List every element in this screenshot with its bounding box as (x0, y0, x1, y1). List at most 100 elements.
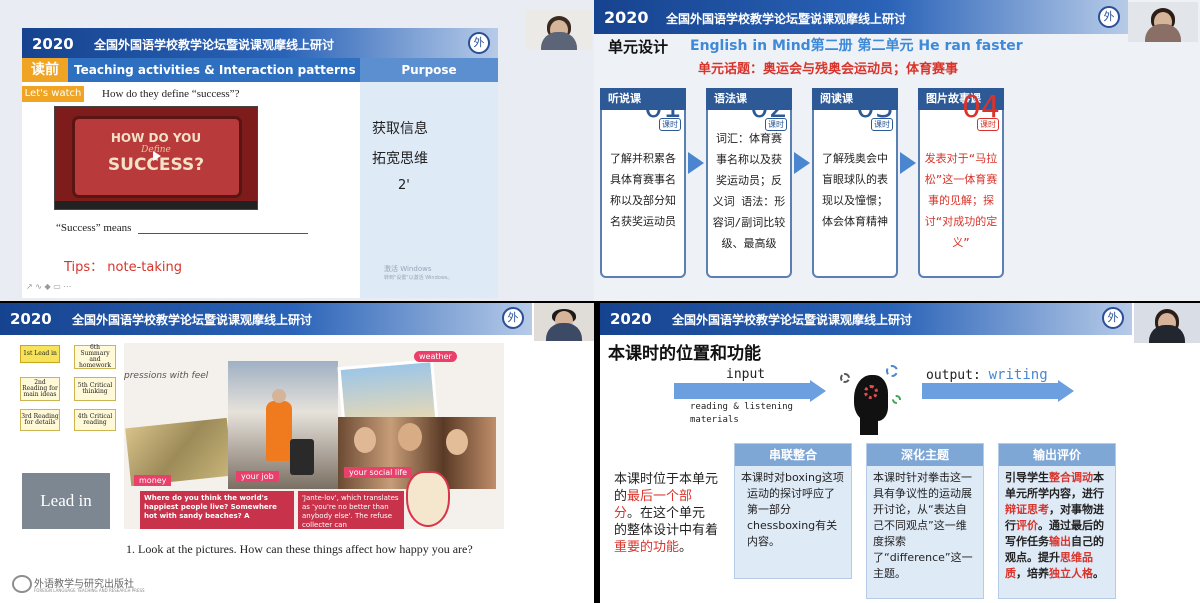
expressions-label: pressions with feel (124, 371, 209, 381)
lead-in-label: Lead in (22, 473, 110, 529)
unit-card-ks: 课时 (871, 118, 893, 131)
output-arrow-icon (1058, 380, 1074, 402)
mask-icon (406, 471, 450, 527)
unit-card-ks: 课时 (977, 118, 999, 131)
banner-title: 全国外国语学校教学论坛暨说课观摩线上研讨 (72, 313, 313, 327)
function-card-integrate: 串联整合 本课时对boxing这项运动的探讨呼应了第一部分chessboxing… (734, 443, 852, 579)
flow-step-4: 4th Critical reading (74, 409, 116, 431)
participant-video-3 (534, 303, 594, 341)
eval-part: 。 (1093, 567, 1104, 580)
unit-card-4: 图片故事课 04 课时 发表对于“马拉松”这一体育赛事的见解；探讨“对成功的定义… (918, 88, 1004, 278)
purpose-header: Purpose (360, 58, 498, 82)
school-seal-icon: 外 (502, 307, 524, 329)
slide-top-left: 2020 全国外国语学校教学论坛暨说课观摩线上研讨 外 读前 Teaching … (0, 0, 594, 301)
read-tag: 读前 (22, 58, 68, 82)
function-card-header: 输出评价 (999, 444, 1115, 466)
brain-gears-icon (840, 365, 902, 435)
unit-topic: 单元话题：奥运会与残奥会运动员；体育赛事 (698, 62, 959, 77)
slide-tools[interactable]: ↗ ∿ ◆ ▭ ⋯ (26, 282, 71, 291)
arrow-icon (688, 152, 704, 174)
school-seal-icon: 外 (1098, 6, 1120, 28)
output-value: writing (988, 367, 1048, 383)
caption-left: Where do you think the world's happiest … (140, 491, 294, 529)
slide-banner: 2020 全国外国语学校教学论坛暨说课观摩线上研讨 外 (22, 28, 498, 58)
slide-banner: 2020 全国外国语学校教学论坛暨说课观摩线上研讨 外 (594, 0, 1128, 34)
unit-card-2: 语法课 02 课时 词汇：体育赛事名称以及获奖运动员；反义词 语法：形容词/副词… (706, 88, 792, 278)
input-arrow-shaft (674, 383, 810, 399)
slide-title: 本课时的位置和功能 (608, 344, 761, 364)
eval-highlight: 辩证思考 (1005, 503, 1049, 516)
position-description: 本课时位于本单元的最后一个部分。在这个单元的整体设计中有着重要的功能。 (614, 471, 718, 556)
eval-highlight: 独立人格 (1049, 567, 1093, 580)
desc-highlight: 重要的功能 (614, 540, 680, 555)
function-card-header: 深化主题 (867, 444, 983, 466)
job-photo (228, 361, 338, 489)
function-card-text: 本课时针对拳击这一具有争议性的运动展开讨论，从“表达自己不同观点”这一维度探索了… (873, 471, 973, 580)
windows-watermark: 激活 Windows 转到"设置"以激活 Windows。 (384, 264, 453, 281)
input-arrow-icon (810, 380, 826, 402)
slide-banner: 2020 全国外国语学校教学论坛暨说课观摩线上研讨 外 (600, 303, 1132, 335)
money-tag: money (134, 475, 172, 486)
unit-card-text: 词汇：体育赛事名称以及获奖运动员；反义词 语法：形容词/副词比较级、最高级 (712, 132, 786, 250)
desc-part: 。 (679, 540, 693, 555)
play-icon[interactable] (153, 151, 161, 161)
function-card-deepen: 深化主题 本课时针对拳击这一具有争议性的运动展开讨论，从“表达自己不同观点”这一… (866, 443, 984, 599)
unit-card-ks: 课时 (765, 118, 787, 131)
function-card-text: 本课时对boxing这项运动的探讨呼应了第一部分chessboxing有关内容。 (741, 471, 844, 548)
activities-header: Teaching activities & Interaction patter… (68, 58, 360, 82)
school-seal-icon: 外 (468, 32, 490, 54)
output-arrow-shaft (922, 383, 1058, 399)
unit-card-1: 听说课 01 课时 了解并积累各具体育赛事名称以及部分知名获奖运动员 (600, 88, 686, 278)
purpose-item-2: 拓宽思维 (372, 151, 428, 167)
unit-design-label: 单元设计 (608, 38, 669, 56)
tips-text: Tips： note-taking (64, 260, 182, 275)
slide-top-right: 2020 全国外国语学校教学论坛暨说课观摩线上研讨 外 单元设计 English… (594, 0, 1200, 301)
job-tag: your job (236, 471, 279, 482)
slide-banner: 2020 全国外国语学校教学论坛暨说课观摩线上研讨 外 (0, 303, 532, 335)
banner-title: 全国外国语学校教学论坛暨说课观摩线上研讨 (666, 12, 907, 26)
question-text: How do they define “success”? (102, 88, 240, 100)
flow-step-5: 5th Critical thinking (74, 377, 116, 401)
banner-year: 2020 (610, 310, 652, 328)
unit-card-text: 发表对于“马拉松”这一体育赛事的见解；探讨“对成功的定义” (924, 152, 998, 249)
banner-title: 全国外国语学校教学论坛暨说课观摩线上研讨 (672, 313, 913, 327)
school-seal-icon: 外 (1102, 307, 1124, 329)
answer-line (138, 233, 308, 234)
video-text-1: HOW DO YOU (110, 131, 202, 145)
arrow-icon (900, 152, 916, 174)
unit-card-ks: 课时 (659, 118, 681, 131)
social-life-tag: your social life (344, 467, 413, 478)
eval-highlight: 整合调动 (1049, 471, 1093, 484)
flow-step-2: 2nd Reading for main ideas (20, 377, 60, 401)
desc-part: 。在这个单元的整体设计中有着 (614, 506, 719, 538)
caption-right: 'Jante-lov', which translates as 'you're… (298, 491, 404, 529)
arrow-icon (794, 152, 810, 174)
participant-video-1 (526, 10, 592, 50)
flow-step-1: 1st Lead in (20, 345, 60, 363)
photo-collage: pressions with feel money your job weath… (124, 343, 504, 529)
banner-year: 2020 (32, 35, 74, 53)
function-card-text: 引导学生整合调动本单元所学内容，进行辩证思考，对事物进行评价。通过最后的写作任务… (1005, 470, 1109, 582)
flow-step-6: 6th Summary and homework (74, 345, 116, 369)
purpose-item-1: 获取信息 (372, 121, 428, 137)
slide-bottom-right: 2020 全国外国语学校教学论坛暨说课观摩线上研讨 外 本课时的位置和功能 in… (600, 303, 1200, 603)
watermark-line-1: 激活 Windows (384, 265, 432, 273)
slide-body: 读前 Teaching activities & Interaction pat… (22, 58, 498, 298)
video-controls[interactable] (55, 201, 257, 209)
video-player[interactable]: HOW DO YOU Define SUCCESS? (54, 106, 258, 210)
input-sub-label: reading & listening materials (690, 402, 793, 425)
unit-card-text: 了解残奥会中盲眼球队的表现以及憧憬；体会体育精神 (822, 152, 888, 228)
weather-tag: weather (414, 351, 457, 362)
input-label: input (726, 367, 766, 382)
participant-video-2 (1128, 2, 1198, 42)
slide-bottom-left: 2020 全国外国语学校教学论坛暨说课观摩线上研讨 外 1st Lead in … (0, 303, 594, 603)
participant-video-4 (1134, 303, 1200, 343)
banner-year: 2020 (10, 310, 52, 328)
unit-card-3: 阅读课 03 课时 了解残奥会中盲眼球队的表现以及憧憬；体会体育精神 (812, 88, 898, 278)
publisher-name-en: FOREIGN LANGUAGE TEACHING AND RESEARCH P… (34, 588, 145, 593)
output-label: output: writing (926, 367, 1048, 383)
eval-highlight: 输出 (1049, 535, 1071, 548)
function-card-evaluate: 输出评价 引导学生整合调动本单元所学内容，进行辩证思考，对事物进行评价。通过最后… (998, 443, 1116, 599)
banner-year: 2020 (604, 8, 649, 27)
time-label: 2' (398, 178, 410, 193)
